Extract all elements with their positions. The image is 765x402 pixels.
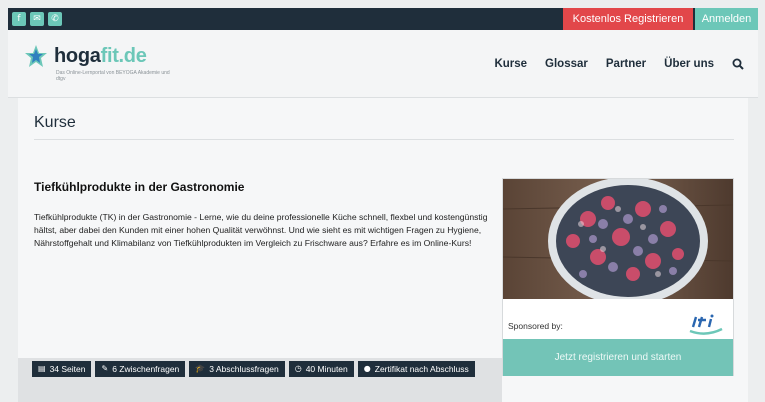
page-frame: f ✉ ✆ Kostenlos Registrieren Anmelden ho…: [0, 0, 765, 402]
facebook-icon[interactable]: f: [12, 12, 26, 26]
mail-icon[interactable]: ✉: [30, 12, 44, 26]
tag-pages: ▤ 34 Seiten: [32, 361, 92, 377]
logo-main: hoga: [54, 45, 101, 67]
divider: [34, 139, 734, 140]
course-title: Tiefkühlprodukte in der Gastronomie: [34, 180, 245, 194]
clock-icon: ◷: [294, 364, 302, 373]
nav-item-kurse[interactable]: Kurse: [494, 58, 527, 70]
content-area: Kurse Tiefkühlprodukte in der Gastronomi…: [18, 98, 748, 402]
tag-final-questions: 🎓 3 Abschlussfragen: [189, 361, 285, 377]
document-icon: ▤: [38, 364, 46, 373]
course-card: Sponsored by: Jetzt registrieren und sta…: [502, 178, 734, 376]
logo-accent: fit.de: [100, 45, 147, 67]
login-button[interactable]: Anmelden: [695, 8, 758, 30]
register-button[interactable]: Kostenlos Registrieren: [563, 8, 693, 30]
main-nav: Kurse Glossar Partner Über uns: [494, 58, 744, 70]
course-meta-tags: ▤ 34 Seiten ✎ 6 Zwischenfragen 🎓 3 Absch…: [32, 361, 482, 377]
tag-intermediate-questions: ✎ 6 Zwischenfragen: [95, 361, 186, 377]
nav-item-partner[interactable]: Partner: [606, 58, 646, 70]
tag-label: 3 Abschlussfragen: [209, 364, 279, 374]
search-icon[interactable]: [732, 58, 744, 70]
certificate-icon: ●: [363, 364, 371, 373]
top-bar: f ✉ ✆ Kostenlos Registrieren Anmelden: [8, 8, 758, 30]
tag-label: 34 Seiten: [49, 364, 86, 374]
social-icons: f ✉ ✆: [12, 12, 62, 26]
phone-icon[interactable]: ✆: [48, 12, 62, 26]
course-description: Tiefkühlprodukte (TK) in der Gastronomie…: [34, 212, 488, 248]
nav-item-glossar[interactable]: Glossar: [545, 58, 588, 70]
tag-label: 6 Zwischenfragen: [112, 364, 180, 374]
tag-certificate: ● Zertifikat nach Abschluss: [357, 361, 475, 377]
tag-label: 40 Minuten: [305, 364, 348, 374]
logo-wordmark[interactable]: hogafit.de: [54, 45, 147, 68]
logo-star-icon[interactable]: [24, 44, 48, 70]
nav-item-ueber-uns[interactable]: Über uns: [664, 58, 714, 70]
register-start-button[interactable]: Jetzt registrieren und starten: [503, 339, 733, 376]
site-header: hogafit.de Das Online-Lernportal von BEY…: [8, 30, 758, 98]
logo-tagline: Das Online-Lernportal von BEYOGA Akademi…: [56, 70, 170, 82]
dti-logo-icon: [689, 314, 723, 335]
frozen-berries-image: [503, 179, 733, 299]
page-title: Kurse: [34, 114, 76, 131]
tag-label: Zertifikat nach Abschluss: [374, 364, 469, 374]
sponsor-label: Sponsored by:: [508, 321, 563, 331]
graduation-cap-icon: 🎓: [195, 364, 206, 373]
edit-icon: ✎: [101, 364, 109, 373]
tag-duration: ◷ 40 Minuten: [288, 361, 354, 377]
